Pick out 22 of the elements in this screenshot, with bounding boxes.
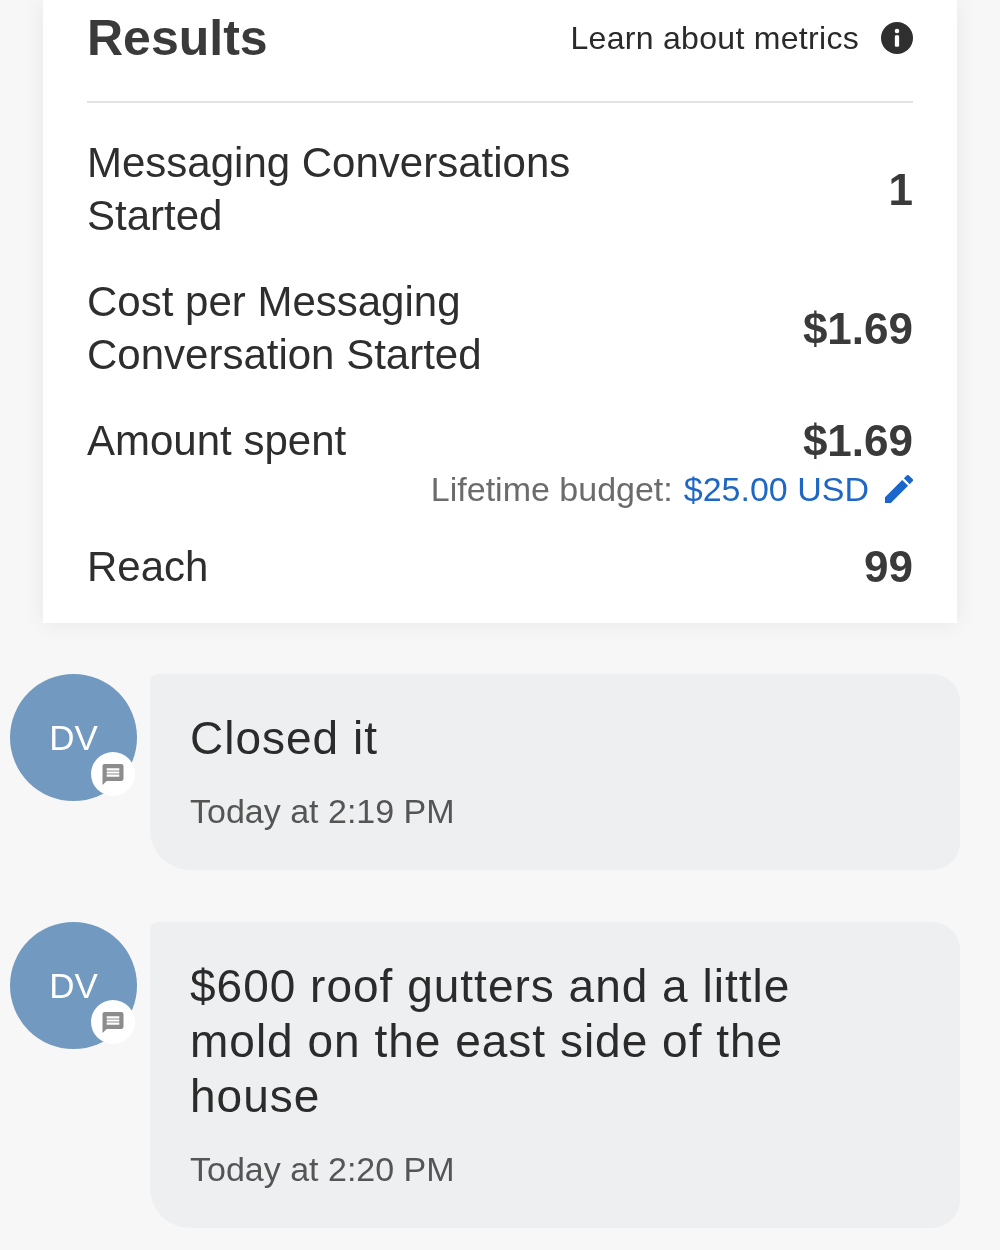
budget-label: Lifetime budget: [430,469,673,510]
metric-value: 1 [888,163,913,216]
metric-label: Amount spent [87,416,347,466]
metric-label: Cost per Messaging Conversation Started [87,277,483,380]
info-icon [881,22,913,54]
metric-value: 99 [864,541,913,593]
chat-bubble-icon [91,752,135,796]
metric-label: Messaging Conversations Started [87,138,572,241]
message-time: Today at 2:19 PM [190,791,456,832]
chat-bubble-icon [91,1000,135,1044]
metric-value: $1.69 [802,415,913,467]
message-text: Closed it [190,711,379,766]
message-text: $600 roof gutters and a little mold on the east side of the house [190,959,792,1124]
message-time: Today at 2:20 PM [190,1149,456,1190]
metric-value: $1.69 [802,302,913,355]
avatar: DV [10,674,137,801]
pencil-icon[interactable] [885,475,913,503]
learn-metrics-link[interactable]: Learn about metrics [570,16,913,60]
section-title: Results [87,9,268,68]
budget-amount-link[interactable]: $25.00 USD [683,467,869,511]
avatar: DV [10,922,137,1049]
metric-label: Reach [87,542,209,592]
